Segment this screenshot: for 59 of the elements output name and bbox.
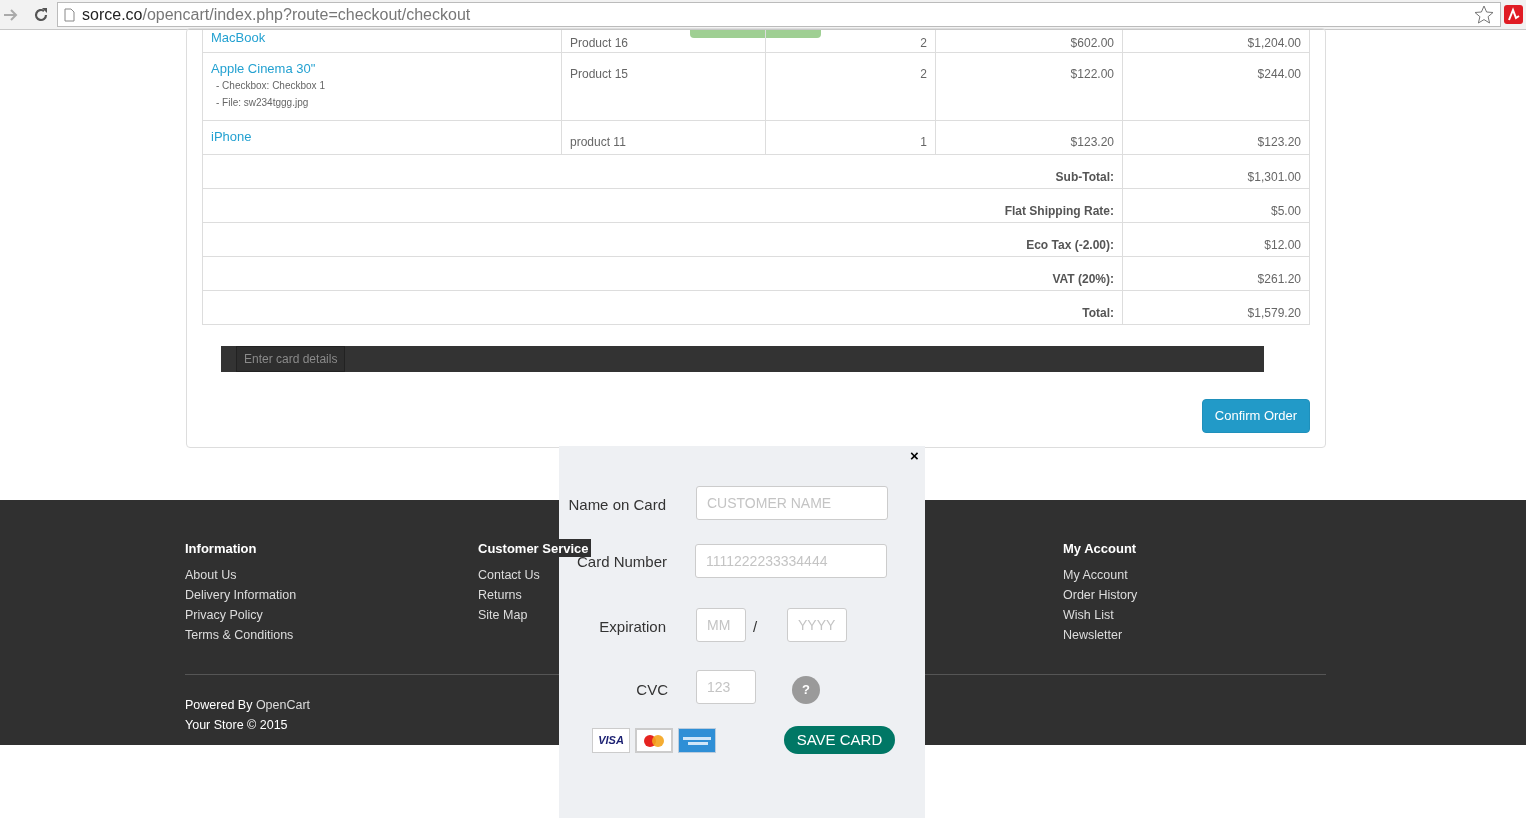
total-label: Sub-Total: bbox=[1055, 170, 1114, 184]
footer-link[interactable]: Order History bbox=[1063, 585, 1139, 605]
input-field[interactable]: YYYY bbox=[787, 608, 847, 642]
field-label: CVC bbox=[636, 680, 668, 700]
total-label: VAT (20%): bbox=[1052, 272, 1114, 286]
unit-price-cell: $122.00 bbox=[1070, 67, 1114, 81]
footer-link[interactable]: Wish List bbox=[1063, 605, 1139, 625]
product-option: - Checkbox: Checkbox 1 bbox=[216, 77, 553, 94]
total-label: Flat Shipping Rate: bbox=[1004, 204, 1114, 218]
footer-link[interactable]: About Us bbox=[185, 565, 297, 585]
total-value: $5.00 bbox=[1270, 204, 1301, 218]
opencart-link[interactable]: OpenCart bbox=[255, 698, 311, 712]
star-icon[interactable] bbox=[1474, 5, 1494, 24]
total-cell: $244.00 bbox=[1257, 67, 1301, 81]
enter-card-details-button[interactable]: Enter card details bbox=[236, 346, 346, 372]
visa-card-logo: VISA bbox=[592, 728, 630, 753]
footer-link[interactable]: Returns bbox=[478, 585, 591, 605]
extension-icon[interactable] bbox=[1504, 5, 1523, 24]
total-value: $1,579.20 bbox=[1247, 306, 1301, 320]
date-separator: / bbox=[753, 617, 758, 637]
product-option: - File: sw234tggg.jpg bbox=[216, 94, 553, 111]
footer-link[interactable]: Privacy Policy bbox=[185, 605, 297, 625]
address-bar[interactable]: sorce.co/opencart/index.php?route=checkout/checkout bbox=[57, 2, 1501, 27]
total-value: $1,301.00 bbox=[1247, 170, 1301, 184]
footer-link[interactable]: Terms & Conditions bbox=[185, 625, 297, 645]
copyright-text: Your Store © 2015 bbox=[185, 717, 288, 734]
model-cell: Product 15 bbox=[570, 67, 629, 81]
total-label: Total: bbox=[1082, 306, 1114, 320]
footer-heading: Customer Service bbox=[478, 539, 591, 557]
page-icon bbox=[64, 7, 75, 22]
field-label: Name on Card bbox=[568, 495, 666, 515]
url-text: sorce.co/opencart/index.php?route=checkout/checkout bbox=[82, 4, 471, 25]
quantity-cell: 1 bbox=[920, 135, 927, 149]
footer-link[interactable]: Newsletter bbox=[1063, 625, 1139, 645]
mastercard-logo bbox=[635, 728, 673, 753]
quantity-cell: 2 bbox=[920, 36, 927, 50]
input-field[interactable]: MM bbox=[696, 608, 746, 642]
field-label: Expiration bbox=[599, 617, 666, 637]
model-cell: Product 16 bbox=[570, 36, 629, 50]
unit-price-cell: $602.00 bbox=[1070, 36, 1114, 50]
input-field[interactable]: CUSTOMER NAME bbox=[696, 486, 888, 520]
footer-link[interactable]: Delivery Information bbox=[185, 585, 297, 605]
total-value: $261.20 bbox=[1257, 272, 1301, 286]
amex-card-logo bbox=[678, 728, 716, 753]
total-cell: $1,204.00 bbox=[1247, 36, 1301, 50]
powered-by-text: Powered By OpenCart bbox=[185, 697, 311, 714]
input-field[interactable]: 123 bbox=[696, 670, 756, 704]
quantity-cell: 2 bbox=[920, 67, 927, 81]
input-field[interactable]: 1111222233334444 bbox=[695, 544, 887, 578]
footer-link[interactable]: Site Map bbox=[478, 605, 591, 625]
model-cell: product 11 bbox=[570, 135, 626, 149]
total-cell: $123.20 bbox=[1257, 135, 1301, 149]
close-button[interactable]: × bbox=[910, 448, 919, 464]
reload-icon[interactable] bbox=[33, 6, 49, 23]
total-label: Eco Tax (-2.00): bbox=[1026, 238, 1114, 252]
total-value: $12.00 bbox=[1264, 238, 1301, 252]
footer-link[interactable]: My Account bbox=[1063, 565, 1139, 585]
unit-price-cell: $123.20 bbox=[1070, 135, 1114, 149]
save-card-button[interactable]: SAVE CARD bbox=[784, 726, 895, 754]
